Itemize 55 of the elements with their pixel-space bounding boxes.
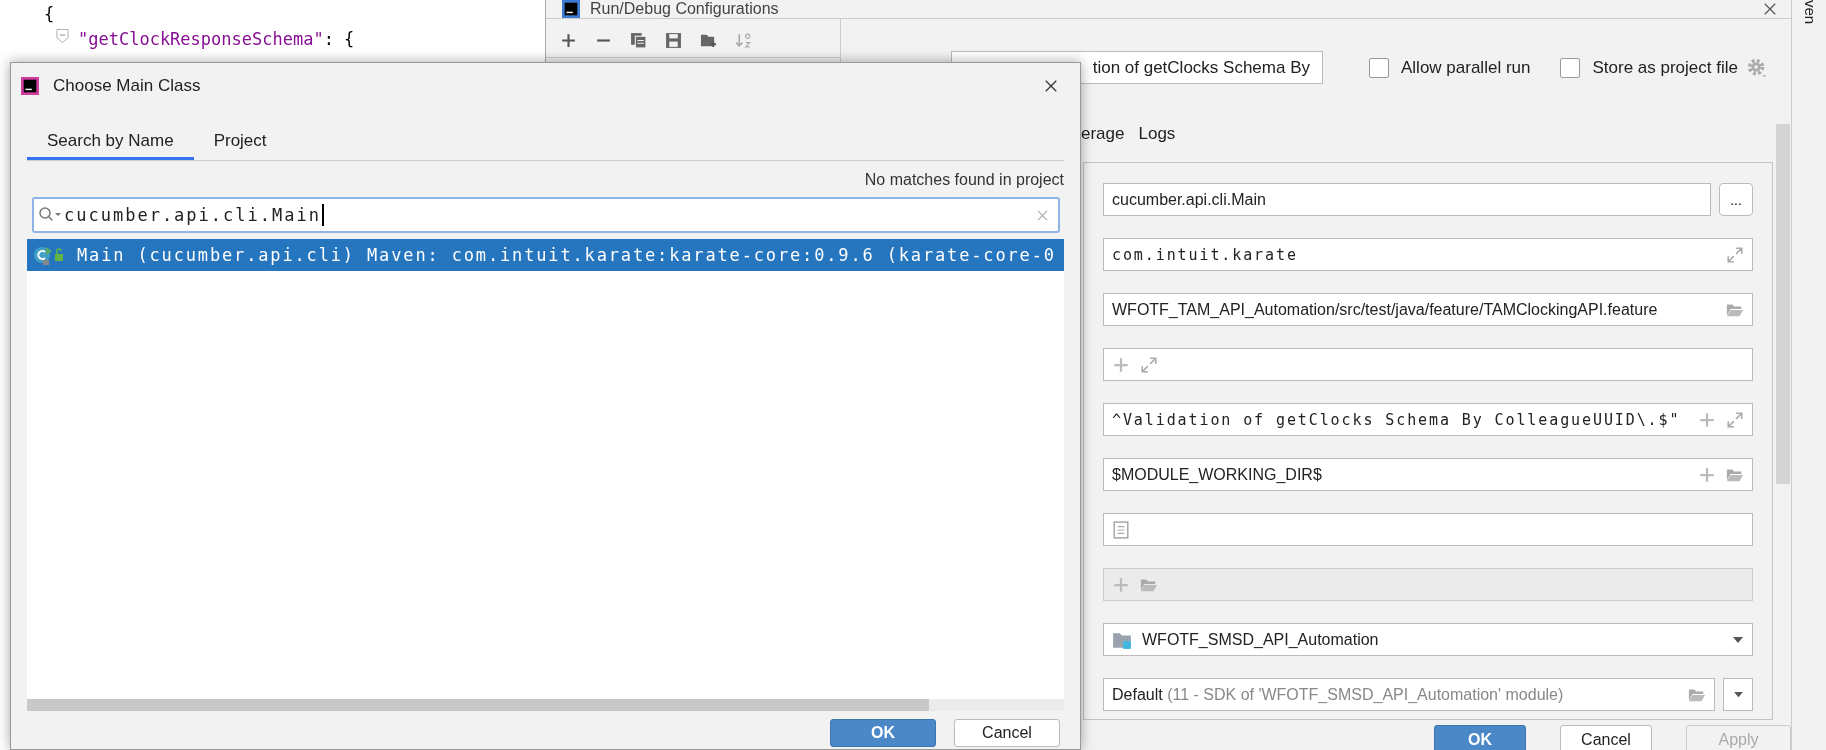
- input-field[interactable]: $MODULE_WORKING_DIR$: [1103, 458, 1753, 491]
- status-text: No matches found in project: [864, 171, 1064, 189]
- input-field[interactable]: cucumber.api.cli.Main: [1103, 183, 1711, 216]
- plus-icon[interactable]: [1698, 465, 1716, 484]
- clear-icon[interactable]: [1037, 209, 1048, 221]
- window-title: Run/Debug Configurations: [590, 0, 779, 18]
- checkbox[interactable]: Store as project file: [1560, 57, 1738, 78]
- dialog-button[interactable]: Cancel: [954, 719, 1060, 747]
- plus-icon[interactable]: [1112, 355, 1130, 374]
- browse-button[interactable]: ...: [1719, 183, 1753, 216]
- checkbox[interactable]: Allow parallel run: [1369, 57, 1531, 78]
- input-field[interactable]: WFOTF_TAM_API_Automation/src/test/java/feature/TAMClockingAPI.feature: [1103, 293, 1753, 326]
- dialog-button[interactable]: Cancel: [1560, 725, 1652, 750]
- result-item[interactable]: Main (cucumber.api.cli) Maven: com.intuit.karate:karate-core:0.9.6 (karate-core-0: [27, 239, 1064, 271]
- input-field[interactable]: com.intuit.karate: [1103, 238, 1753, 271]
- input-field[interactable]: [1103, 513, 1753, 546]
- input-field[interactable]: [1103, 348, 1753, 381]
- close-icon[interactable]: [1044, 79, 1058, 93]
- dialog-title: Choose Main Class: [53, 76, 201, 96]
- expand-icon[interactable]: [1140, 355, 1158, 374]
- expand-icon[interactable]: [1726, 410, 1744, 429]
- search-field[interactable]: cucumber.api.cli.Main: [32, 197, 1060, 233]
- input-field[interactable]: ^Validation of getClocks Schema By ColleagueUUID\.$": [1103, 403, 1753, 436]
- code-line: {: [44, 3, 56, 26]
- document-icon[interactable]: [1112, 520, 1130, 539]
- dialog-button[interactable]: OK: [1434, 725, 1526, 750]
- sort-icon[interactable]: [735, 31, 752, 49]
- caret-icon: [1732, 635, 1744, 644]
- fold-icon[interactable]: [56, 28, 69, 44]
- code-line: "getClockResponseSchema": {: [78, 28, 355, 51]
- tab[interactable]: Project: [193, 127, 287, 160]
- app-logo-icon: [21, 77, 39, 95]
- scrollbar[interactable]: [1776, 124, 1790, 484]
- plus-icon[interactable]: [1112, 575, 1130, 594]
- tab[interactable]: erage: [1081, 124, 1125, 152]
- input-field[interactable]: [1103, 568, 1753, 601]
- copy-icon[interactable]: [630, 31, 647, 49]
- app-logo-icon: [562, 0, 580, 18]
- scrollbar[interactable]: [27, 699, 1064, 711]
- caret-icon: [1732, 691, 1744, 698]
- dropdown-button[interactable]: [1723, 678, 1753, 711]
- module-icon: [1112, 630, 1132, 649]
- module-dropdown[interactable]: WFOTF_SMSD_API_Automation: [1103, 623, 1753, 656]
- plus-icon[interactable]: [1698, 410, 1716, 429]
- search-icon: [38, 206, 62, 224]
- tool-window-label[interactable]: ven: [1802, 0, 1819, 25]
- settings-icon[interactable]: [1745, 56, 1768, 79]
- dialog-button[interactable]: OK: [830, 719, 936, 747]
- expand-icon[interactable]: [1726, 245, 1744, 264]
- close-icon[interactable]: [1763, 2, 1777, 16]
- save-icon[interactable]: [665, 31, 682, 49]
- jre-field[interactable]: Default (11 - SDK of 'WFOTF_SMSD_API_Automation' module): [1103, 678, 1715, 711]
- add-icon[interactable]: [560, 31, 577, 49]
- tab[interactable]: Search by Name: [27, 127, 194, 160]
- tab[interactable]: Logs: [1138, 124, 1176, 152]
